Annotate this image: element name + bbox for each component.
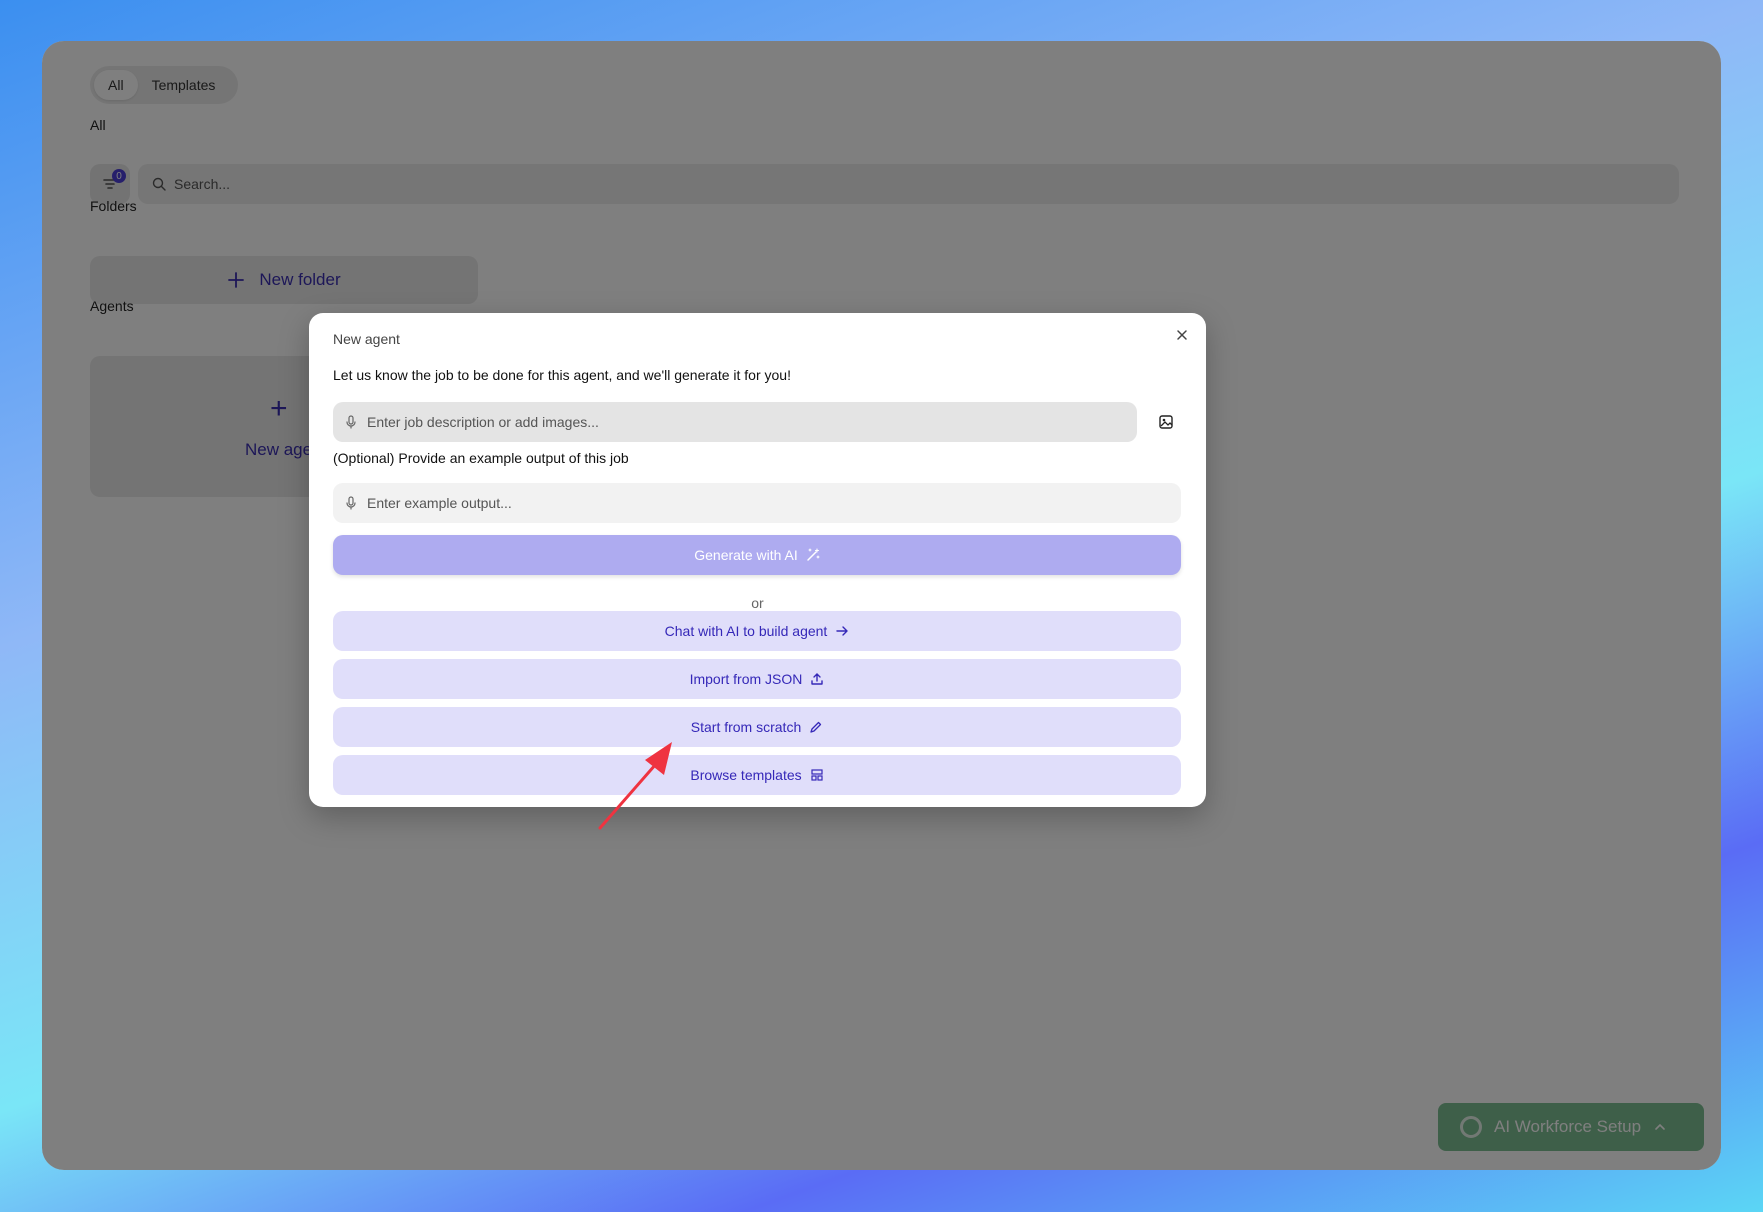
microphone-icon[interactable] (345, 496, 357, 510)
chat-label: Chat with AI to build agent (664, 623, 828, 639)
example-output-input[interactable]: Enter example output... (333, 483, 1181, 523)
start-from-scratch-button[interactable]: Start from scratch (333, 707, 1181, 747)
example-output-label: (Optional) Provide an example output of … (333, 450, 629, 466)
generate-label: Generate with AI (694, 547, 798, 563)
job-description-placeholder: Enter job description or add images... (367, 414, 599, 430)
upload-icon (811, 673, 824, 685)
annotation-arrow-icon (598, 742, 672, 830)
job-description-input[interactable]: Enter job description or add images... (333, 402, 1137, 442)
template-layout-icon (811, 769, 823, 781)
new-agent-dialog: New agent Let us know the job to be done… (309, 313, 1206, 807)
job-prompt: Let us know the job to be done for this … (333, 367, 791, 383)
chat-with-ai-button[interactable]: Chat with AI to build agent (333, 611, 1181, 651)
pencil-icon (810, 721, 822, 733)
app-window: All Templates All 0 Search... Folders Ne… (42, 41, 1721, 1170)
example-output-placeholder: Enter example output... (367, 495, 512, 511)
close-icon[interactable] (1172, 325, 1192, 345)
add-image-button[interactable] (1152, 408, 1180, 436)
or-divider: or (751, 595, 764, 611)
browse-templates-button[interactable]: Browse templates (333, 755, 1181, 795)
generate-with-ai-button[interactable]: Generate with AI (333, 535, 1181, 575)
import-label: Import from JSON (689, 671, 803, 687)
magic-wand-icon (807, 548, 820, 561)
microphone-icon[interactable] (345, 415, 357, 429)
import-from-json-button[interactable]: Import from JSON (333, 659, 1181, 699)
dialog-title: New agent (333, 331, 400, 347)
scratch-label: Start from scratch (690, 719, 802, 735)
arrow-right-icon (836, 626, 849, 636)
browse-label: Browse templates (690, 767, 802, 783)
image-icon (1159, 415, 1173, 429)
